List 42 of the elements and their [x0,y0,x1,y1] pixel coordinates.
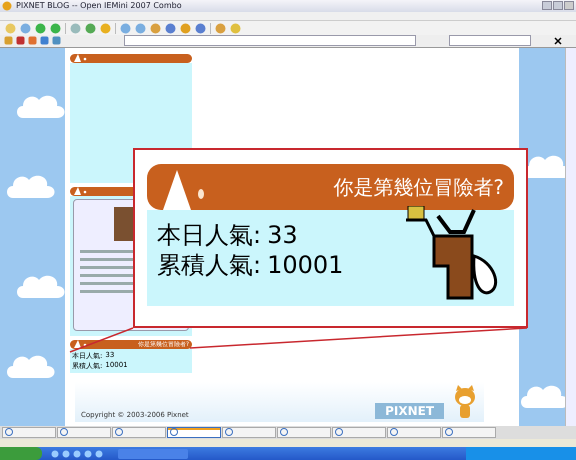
browser-tab[interactable] [112,426,166,438]
counter-label: 累積人氣: [157,250,262,280]
toolbar-icon[interactable] [20,22,31,34]
window-title: PIXNET BLOG -- Open IEMini 2007 Combo [16,1,183,10]
app-icon[interactable] [2,0,12,11]
globe-icon[interactable] [335,428,343,436]
toolbar-icon[interactable] [195,22,206,34]
start-button[interactable] [0,447,42,460]
toolbar-icon[interactable] [165,22,176,34]
scrollbar[interactable] [565,48,576,426]
browser-tab[interactable] [332,426,386,438]
browser-tab[interactable] [387,426,441,438]
counter-label: 本日人氣: [157,220,262,250]
toolbar-icon[interactable] [85,22,96,34]
maximize-icon[interactable] [553,1,563,10]
toolbar-icon[interactable] [50,22,61,34]
globe-icon[interactable] [5,428,13,436]
toolbar-icon[interactable] [35,22,46,34]
toolbar-icon[interactable] [215,22,226,34]
browser-tab[interactable] [167,426,221,438]
globe-icon[interactable] [60,428,68,436]
address-field[interactable] [124,35,416,46]
toolbar-icon[interactable] [180,22,191,34]
globe-icon[interactable] [115,428,123,436]
globe-icon[interactable] [280,428,288,436]
browser-tab[interactable] [57,426,111,438]
browser-tab[interactable] [2,426,56,438]
widget-title: 你是第幾位冒險者? [333,174,504,200]
browser-tab[interactable] [277,426,331,438]
globe-icon[interactable] [170,428,178,436]
globe-icon[interactable] [445,428,453,436]
search-field[interactable] [449,35,531,46]
browser-tab[interactable] [442,426,496,438]
toolbar-icon[interactable] [135,22,146,34]
browser-tab[interactable] [222,426,276,438]
globe-icon[interactable] [225,428,233,436]
counter-value: 33 [267,220,298,250]
counter-value: 10001 [267,250,344,280]
logo-text: PIXNET [375,402,444,419]
globe-icon[interactable] [390,428,398,436]
toolbar-icon[interactable] [150,22,161,34]
toolbar-icon[interactable] [120,22,131,34]
